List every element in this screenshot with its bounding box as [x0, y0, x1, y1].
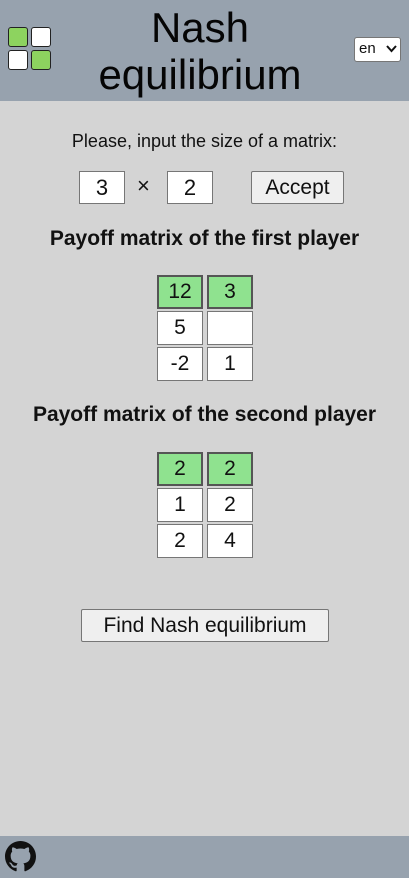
matrix-cell-input[interactable]: 5 [157, 311, 203, 345]
matrix-cell-input[interactable]: 3 [207, 275, 253, 309]
find-nash-button[interactable]: Find Nash equilibrium [81, 609, 329, 642]
language-value: en [359, 40, 376, 57]
rows-input[interactable]: 3 [79, 171, 125, 204]
matrix-cell-input[interactable]: 2 [207, 488, 253, 522]
header: Nash equilibrium en [0, 0, 409, 101]
first-player-heading: Payoff matrix of the first player [49, 227, 360, 250]
title-line: Nash [150, 4, 250, 51]
accept-button[interactable]: Accept [251, 171, 344, 204]
title-line: equilibrium [98, 51, 302, 98]
logo-square [31, 50, 51, 70]
matrix-cell-input[interactable]: 1 [157, 488, 203, 522]
page-title: Nash equilibrium [60, 4, 340, 98]
second-player-heading: Payoff matrix of the second player [32, 403, 377, 426]
logo-square [8, 27, 28, 47]
matrix-cell-input[interactable] [207, 311, 253, 345]
matrix-cell-input[interactable]: 4 [207, 524, 253, 558]
matrix-cell-input[interactable]: 12 [157, 275, 203, 309]
matrix-size-prompt: Please, input the size of a matrix: [71, 131, 338, 151]
chevron-down-icon [386, 38, 397, 67]
logo-square [31, 27, 51, 47]
cols-input[interactable]: 2 [167, 171, 213, 204]
matrix-cell-input[interactable]: 2 [207, 452, 253, 486]
matrix-cell-input[interactable]: 1 [207, 347, 253, 381]
logo-square [8, 50, 28, 70]
github-icon[interactable] [5, 841, 36, 872]
grid-logo-icon [8, 27, 54, 73]
footer [0, 836, 409, 878]
language-select[interactable]: en [354, 37, 401, 62]
matrix-cell-input[interactable]: -2 [157, 347, 203, 381]
matrix-cell-input[interactable]: 2 [157, 524, 203, 558]
times-sign: × [137, 173, 150, 198]
matrix-cell-input[interactable]: 2 [157, 452, 203, 486]
